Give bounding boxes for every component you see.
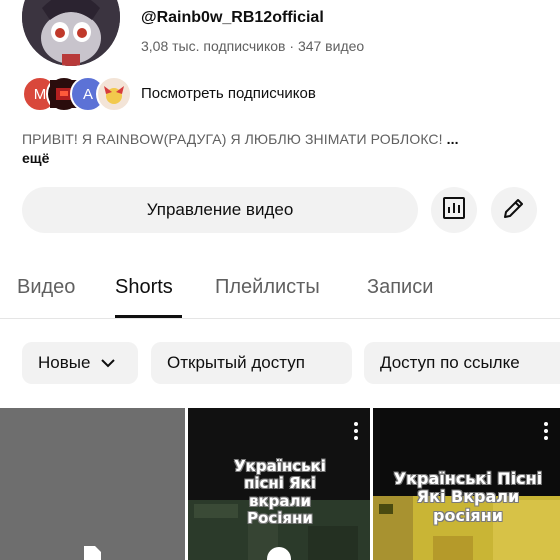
manage-videos-button[interactable]: Управление видео: [22, 187, 418, 233]
pencil-icon: [501, 195, 527, 226]
video-count: 347 видео: [297, 38, 365, 54]
sort-label: Новые: [38, 353, 91, 372]
edit-channel-button[interactable]: [491, 187, 537, 233]
chevron-down-icon: [100, 358, 116, 368]
tab-playlists[interactable]: Плейлисты: [215, 276, 320, 299]
sort-dropdown[interactable]: Новые: [22, 342, 138, 384]
bar-chart-icon: [441, 195, 467, 226]
analytics-button[interactable]: [431, 187, 477, 233]
tabs-divider: [0, 318, 560, 319]
tab-shorts[interactable]: Shorts: [115, 276, 173, 299]
more-options-icon[interactable]: [544, 422, 548, 440]
subscriber-avatar: [96, 76, 132, 112]
subscriber-avatars[interactable]: M A: [22, 76, 134, 112]
channel-handle: @Rainb0w_RB12official: [141, 9, 324, 26]
short-overlay-text: Українські пісні Які вкрали Росіяни: [234, 457, 326, 527]
filter-link-chip[interactable]: Доступ по ссылке: [364, 342, 560, 384]
channel-stats: 3,08 тыс. подписчиков · 347 видео: [141, 38, 364, 54]
more-link[interactable]: ещё: [22, 150, 49, 166]
subscriber-count: 3,08 тыс. подписчиков: [141, 38, 286, 54]
filter-public-label: Открытый доступ: [167, 353, 305, 372]
description-ellipsis: ...: [446, 131, 459, 147]
filter-public-chip[interactable]: Открытый доступ: [151, 342, 352, 384]
short-thumbnail[interactable]: [0, 408, 185, 560]
channel-description[interactable]: ПРИВІТ! Я RAINBOW(РАДУГА) Я ЛЮБЛЮ ЗНІМАТ…: [22, 131, 459, 147]
filter-link-label: Доступ по ссылке: [380, 353, 520, 372]
description-text: ПРИВІТ! Я RAINBOW(РАДУГА) Я ЛЮБЛЮ ЗНІМАТ…: [22, 131, 443, 147]
short-thumbnail[interactable]: Українські пісні Які вкрали Росіяни: [188, 408, 370, 560]
manage-videos-label: Управление видео: [146, 200, 294, 219]
more-options-icon[interactable]: [354, 422, 358, 440]
channel-avatar[interactable]: [22, 0, 120, 66]
short-thumbnail[interactable]: Українські Пісні Які Вкрали росіяни: [373, 408, 560, 560]
stats-separator: ·: [289, 38, 295, 54]
see-subscribers-link[interactable]: Посмотреть подписчиков: [141, 85, 316, 102]
tab-videos[interactable]: Видео: [17, 276, 75, 299]
play-icon: [266, 546, 292, 560]
short-overlay-text: Українські Пісні Які Вкрали росіяни: [393, 469, 543, 525]
document-icon: [80, 544, 104, 560]
tab-posts[interactable]: Записи: [367, 276, 433, 299]
